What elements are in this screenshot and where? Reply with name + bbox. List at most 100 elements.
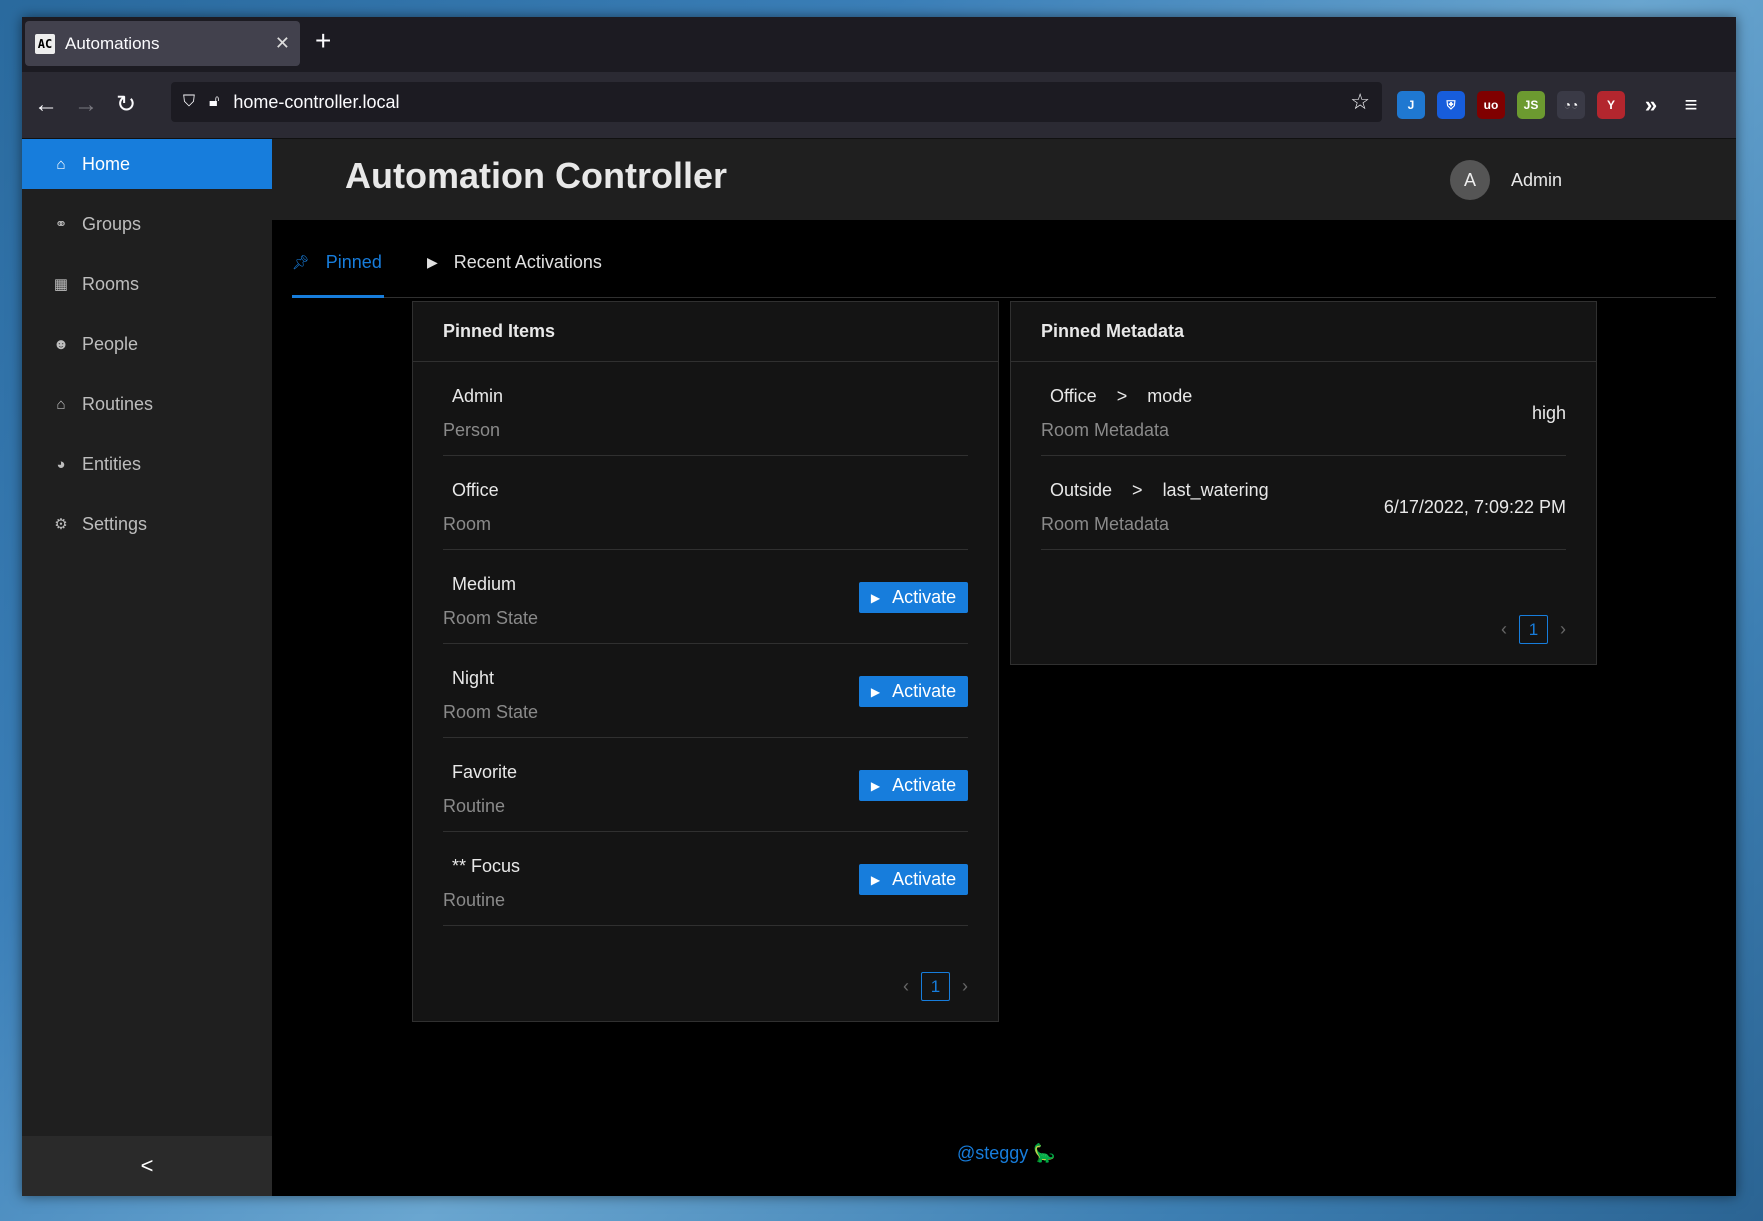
tab-label: Pinned bbox=[325, 252, 382, 272]
play-icon: ▶ bbox=[870, 684, 881, 699]
sidebar-item-groups[interactable]: ⚭ Groups bbox=[22, 199, 272, 249]
prev-page-button[interactable]: ‹ bbox=[903, 976, 909, 997]
pagination: ‹ 1 › bbox=[1501, 615, 1566, 644]
item-type: Room State bbox=[443, 608, 539, 628]
pinned-items-card: Pinned Items Admin Person Office Room Me… bbox=[412, 301, 999, 1022]
sidebar-item-routines[interactable]: ⌂ Routines bbox=[22, 379, 272, 429]
list-item[interactable]: Medium Room State ▶ Activate bbox=[443, 550, 968, 644]
list-item[interactable]: Outside > last_watering Room Metadata 6/… bbox=[1041, 456, 1566, 550]
list-item[interactable]: Favorite Routine ▶ Activate bbox=[443, 738, 968, 832]
item-type: Person bbox=[443, 420, 501, 440]
pin-icon: 📌︎ bbox=[292, 254, 310, 270]
page-number-button[interactable]: 1 bbox=[921, 972, 950, 1001]
metadata-key: mode bbox=[1147, 386, 1193, 406]
extension-y-icon[interactable]: Y bbox=[1597, 91, 1625, 119]
lock-icon[interactable]: 🔓︎ bbox=[209, 93, 219, 111]
list-item[interactable]: Admin Person bbox=[443, 362, 968, 456]
forward-button[interactable]: → bbox=[70, 89, 102, 121]
play-icon: ▶ bbox=[870, 590, 881, 605]
back-button[interactable]: ← bbox=[30, 89, 62, 121]
play-icon: ▶ bbox=[427, 254, 438, 270]
gear-icon: ⚙ bbox=[54, 516, 68, 533]
activate-button[interactable]: ▶ Activate bbox=[859, 864, 968, 895]
next-page-button[interactable]: › bbox=[1560, 619, 1566, 640]
new-tab-button[interactable]: + bbox=[315, 27, 331, 55]
list-item[interactable]: ** Focus Routine ▶ Activate bbox=[443, 832, 968, 926]
user-name[interactable]: Admin bbox=[1511, 170, 1562, 191]
url-text[interactable]: home-controller.local bbox=[233, 92, 1350, 113]
list-item[interactable]: Office > mode Room Metadata high bbox=[1041, 362, 1566, 456]
metadata-room: Outside bbox=[1050, 480, 1113, 500]
prev-page-button[interactable]: ‹ bbox=[1501, 619, 1507, 640]
activate-label: Activate bbox=[892, 681, 957, 701]
item-type: Room Metadata bbox=[1041, 514, 1170, 534]
activate-button[interactable]: ▶ Activate bbox=[859, 676, 968, 707]
item-title: ** Focus bbox=[452, 856, 521, 876]
sidebar-item-label: People bbox=[82, 333, 139, 354]
favicon-icon: AC bbox=[35, 33, 55, 54]
play-icon: ▶ bbox=[870, 778, 881, 793]
sidebar-item-label: Routines bbox=[82, 393, 154, 414]
people-icon: ☻ bbox=[53, 335, 69, 353]
metadata-path: Outside > last_watering bbox=[1050, 480, 1269, 501]
sidebar-item-people[interactable]: ☻ People bbox=[22, 319, 272, 369]
page-number-button[interactable]: 1 bbox=[1519, 615, 1548, 644]
activate-label: Activate bbox=[892, 587, 957, 607]
browser-nav-bar: ← → ↻ ⛉ 🔓︎ home-controller.local ☆ J ⛨ u… bbox=[22, 72, 1736, 139]
extension-js-icon[interactable]: JS bbox=[1517, 91, 1545, 119]
main-tabs: 📌︎ Pinned ▶ Recent Activations bbox=[292, 220, 1716, 298]
item-title: Night bbox=[452, 668, 495, 688]
metadata-separator: > bbox=[1132, 480, 1143, 500]
extension-eyes-icon[interactable]: ◔◔ bbox=[1557, 91, 1585, 119]
pinned-metadata-list: Office > mode Room Metadata high Outside… bbox=[1011, 362, 1596, 550]
list-item[interactable]: Office Room bbox=[443, 456, 968, 550]
item-type: Routine bbox=[443, 890, 506, 910]
bitwarden-icon[interactable]: ⛨ bbox=[1437, 91, 1465, 119]
sidebar-item-home[interactable]: ⌂ Home bbox=[22, 139, 272, 189]
hamburger-menu-icon[interactable]: ≡ bbox=[1677, 91, 1705, 119]
rooms-icon: ▦ bbox=[53, 276, 69, 293]
home-icon: ⌂ bbox=[56, 155, 66, 173]
extension-j-icon[interactable]: J bbox=[1397, 91, 1425, 119]
sidebar-item-rooms[interactable]: ▦ Rooms bbox=[22, 259, 272, 309]
avatar[interactable]: A bbox=[1450, 160, 1490, 200]
activate-button[interactable]: ▶ Activate bbox=[859, 582, 968, 613]
ublock-icon[interactable]: uo bbox=[1477, 91, 1505, 119]
sidebar-item-label: Groups bbox=[82, 213, 142, 234]
item-title: Office bbox=[452, 480, 499, 500]
card-title: Pinned Items bbox=[413, 302, 998, 362]
overflow-menu-icon[interactable]: » bbox=[1637, 91, 1665, 119]
sidebar-item-label: Home bbox=[82, 153, 131, 174]
tab-pinned[interactable]: 📌︎ Pinned bbox=[292, 252, 382, 273]
item-title: Medium bbox=[452, 574, 517, 594]
list-item[interactable]: Night Room State ▶ Activate bbox=[443, 644, 968, 738]
page-title: Automation Controller bbox=[345, 155, 727, 196]
metadata-value: 6/17/2022, 7:09:22 PM bbox=[1383, 497, 1566, 517]
sidebar-item-label: Rooms bbox=[82, 273, 140, 294]
sidebar-item-entities[interactable]: ◕ Entities bbox=[22, 439, 272, 489]
activate-button[interactable]: ▶ Activate bbox=[859, 770, 968, 801]
item-type: Room State bbox=[443, 702, 539, 722]
metadata-separator: > bbox=[1116, 386, 1128, 406]
url-bar[interactable]: ⛉ 🔓︎ home-controller.local ☆ bbox=[171, 82, 1382, 122]
shield-icon[interactable]: ⛉ bbox=[183, 93, 195, 111]
pagination: ‹ 1 › bbox=[903, 972, 968, 1001]
activate-label: Activate bbox=[892, 869, 957, 889]
play-icon: ▶ bbox=[870, 872, 881, 887]
metadata-key: last_watering bbox=[1162, 480, 1269, 500]
sidebar-item-settings[interactable]: ⚙ Settings bbox=[22, 499, 272, 549]
tab-recent-activations[interactable]: ▶ Recent Activations bbox=[427, 252, 602, 273]
card-title: Pinned Metadata bbox=[1011, 302, 1596, 362]
sidebar-collapse-button[interactable]: < bbox=[22, 1136, 272, 1196]
footer-credit[interactable]: @steggy 🦕 bbox=[957, 1143, 1056, 1164]
entities-icon: ◕ bbox=[56, 455, 66, 473]
item-type: Routine bbox=[443, 796, 506, 816]
reload-button[interactable]: ↻ bbox=[110, 89, 142, 121]
bookmark-star-icon[interactable]: ☆ bbox=[1350, 89, 1370, 115]
groups-icon: ⚭ bbox=[54, 216, 68, 233]
browser-tab-title: Automations bbox=[65, 33, 160, 53]
sidebar-item-label: Settings bbox=[82, 513, 148, 534]
next-page-button[interactable]: › bbox=[962, 976, 968, 997]
close-icon[interactable]: ✕ bbox=[275, 33, 290, 54]
browser-tab[interactable]: AC Automations ✕ bbox=[25, 21, 300, 66]
